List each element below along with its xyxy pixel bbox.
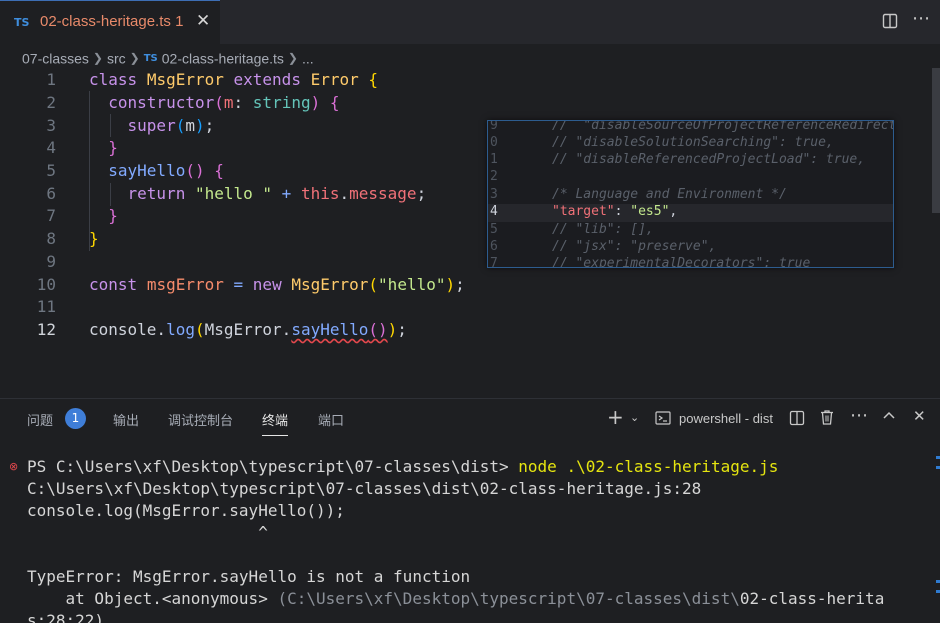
- new-terminal-icon[interactable]: +: [607, 405, 624, 429]
- terminal-line: C:\Users\xf\Desktop\typescript\07-classe…: [27, 479, 702, 498]
- more-actions-icon[interactable]: ⋯: [912, 8, 930, 29]
- problems-count-badge: 1: [65, 408, 86, 429]
- terminal-scroll-marker: [936, 466, 940, 469]
- terminal-line: ^: [27, 523, 268, 542]
- breadcrumb-folder[interactable]: src: [107, 50, 126, 66]
- tab-debug-console[interactable]: 调试控制台: [168, 410, 233, 429]
- tab-output[interactable]: 输出: [113, 410, 139, 429]
- breadcrumb-symbol[interactable]: ...: [302, 50, 314, 66]
- terminal-line: at Object.<anonymous> (C:\Users\xf\Deskt…: [27, 589, 885, 608]
- code-line: 2 constructor(m: string) {: [46, 93, 340, 112]
- terminal-scroll-marker: [936, 590, 940, 593]
- tab-problem-count: 1: [175, 13, 184, 30]
- chevron-right-icon: ❯: [287, 51, 298, 66]
- chevron-right-icon: ❯: [92, 51, 103, 66]
- code-line: 11: [36, 297, 56, 316]
- close-panel-icon[interactable]: ✕: [913, 407, 926, 425]
- code-line: 1 class MsgError extends Error {: [46, 70, 379, 89]
- editor-scrollbar[interactable]: [932, 68, 940, 213]
- split-terminal-icon[interactable]: [789, 410, 805, 430]
- split-editor-icon[interactable]: [882, 13, 898, 33]
- typescript-file-icon: TS: [143, 52, 158, 64]
- terminal-line: s:28:22): [27, 611, 105, 623]
- terminal-line: TypeError: MsgError.sayHello is not a fu…: [27, 567, 471, 586]
- chevron-right-icon: ❯: [129, 51, 140, 66]
- terminal-prompt-line: PS C:\Users\xf\Desktop\typescript\07-cla…: [27, 457, 779, 476]
- terminal-shell-icon: [655, 410, 671, 430]
- tab-filename: 02-class-heritage.ts 1: [40, 13, 184, 30]
- breadcrumb: 07-classes ❯ src ❯ TS 02-class-heritage.ts ❯..…: [22, 49, 314, 69]
- trash-icon[interactable]: [819, 409, 835, 430]
- chevron-down-icon[interactable]: ⌄: [630, 411, 639, 424]
- code-line: 10 const msgError = new MsgError("hello")…: [36, 275, 465, 294]
- tab-problems[interactable]: 问题: [27, 410, 53, 429]
- code-line: 12 console.log(MsgError.sayHello());: [36, 320, 407, 339]
- editor-tab[interactable]: TS 02-class-heritage.ts 1 ✕: [0, 0, 220, 44]
- typescript-file-icon: TS: [14, 16, 30, 29]
- close-icon[interactable]: ✕: [196, 11, 210, 31]
- maximize-panel-icon[interactable]: [882, 408, 896, 426]
- terminal-shell-label[interactable]: powershell - dist: [679, 411, 773, 426]
- breadcrumb-folder[interactable]: 07-classes: [22, 50, 89, 66]
- error-marker-icon: ⊗: [9, 460, 19, 473]
- terminal-scroll-marker: [936, 456, 940, 459]
- terminal-line: console.log(MsgError.sayHello());: [27, 501, 345, 520]
- tab-ports[interactable]: 端口: [318, 410, 344, 429]
- terminal-scroll-marker: [936, 580, 940, 583]
- breadcrumb-file[interactable]: 02-class-heritage.ts: [162, 50, 284, 66]
- code-editor[interactable]: 1 class MsgError extends Error { 2 constr…: [0, 68, 940, 398]
- panel-tab-bar: 问题 1 输出 调试控制台 终端 端口 + ⌄ powershell - dis…: [0, 399, 940, 439]
- hover-preview-widget: 9// "disableSourceOfProjectReferenceRedi…: [487, 120, 894, 268]
- more-actions-icon[interactable]: ⋯: [850, 405, 868, 426]
- editor-tab-bar: TS 02-class-heritage.ts 1 ✕ ⋯: [0, 0, 940, 44]
- tab-terminal[interactable]: 终端: [262, 410, 289, 436]
